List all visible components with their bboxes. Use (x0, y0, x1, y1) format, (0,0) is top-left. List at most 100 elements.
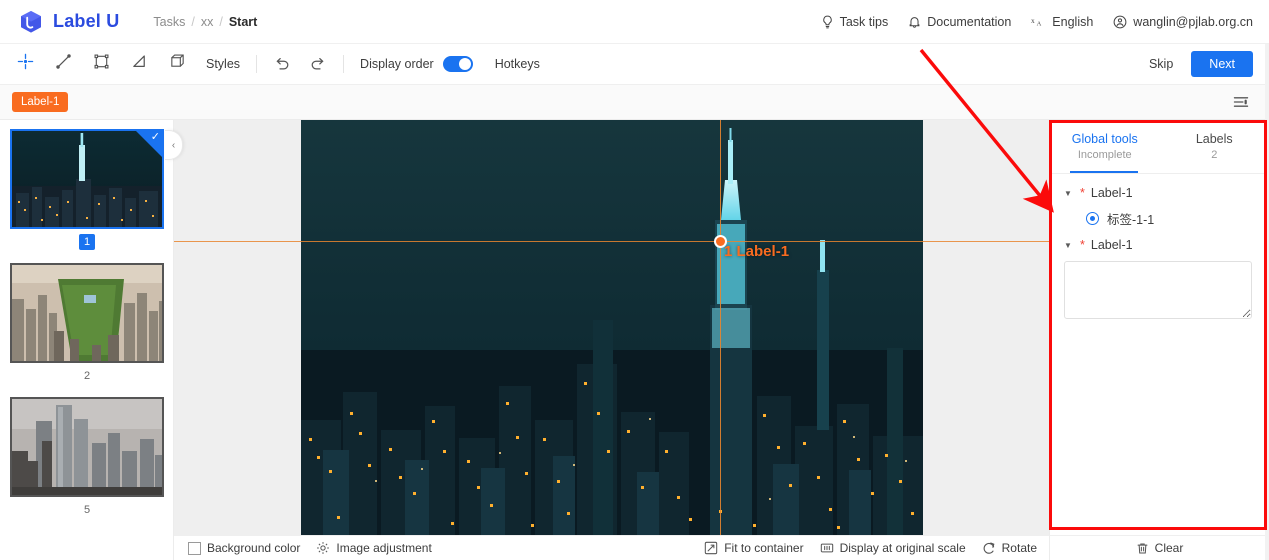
original-scale-label: Display at original scale (839, 541, 966, 555)
breadcrumb-item-start: Start (228, 14, 258, 29)
skip-button[interactable]: Skip (1149, 57, 1173, 71)
svg-text:A: A (1037, 20, 1042, 27)
tab-labels-title: Labels (1195, 132, 1233, 146)
background-color-button[interactable]: Background color (188, 541, 300, 555)
required-marker: * (1080, 238, 1085, 252)
rect-icon (93, 53, 110, 75)
thumbnail-index-1: 1 (79, 234, 95, 250)
trash-icon (1136, 542, 1149, 555)
canvas-bottom-bar: Background color Image adjustment Fit to… (174, 535, 1049, 560)
caret-down-icon: ▼ (1064, 240, 1072, 250)
image-adjustment-label: Image adjustment (336, 541, 432, 555)
expand-icon (704, 541, 718, 555)
brand-name: Label U (53, 11, 120, 31)
chevron-left-icon: ‹ (171, 139, 176, 151)
required-marker: * (1080, 186, 1085, 200)
bell-icon (908, 15, 921, 29)
polygon-tool-button[interactable] (124, 50, 154, 78)
thumbnail-image-2[interactable] (10, 263, 164, 363)
panel-tabs: Global tools Incomplete Labels 2 (1050, 120, 1269, 174)
tab-global-tools[interactable]: Global tools Incomplete (1050, 120, 1160, 173)
breadcrumb: Tasks / xx / Start (153, 15, 257, 29)
next-button[interactable]: Next (1191, 51, 1253, 77)
toolbar-divider-1 (256, 55, 258, 73)
redo-icon[interactable] (309, 55, 327, 73)
thumb-art-2 (12, 265, 162, 361)
thumbnail-index-2: 2 (83, 370, 91, 382)
scale-icon (820, 541, 834, 555)
thumbnail-item[interactable]: 2 (0, 263, 173, 397)
tab-labels[interactable]: Labels 2 (1160, 120, 1269, 173)
documentation-button[interactable]: Documentation (908, 15, 1011, 29)
thumbnail-index-5: 5 (83, 504, 91, 516)
undo-icon[interactable] (273, 55, 291, 73)
attribute-group-label-1-a[interactable]: ▼ * Label-1 (1064, 186, 1257, 200)
crosshair-horizontal (174, 241, 1049, 242)
line-tool-button[interactable] (48, 50, 78, 78)
image-thumbnail-sidebar[interactable]: ✓ 1 2 5 (0, 120, 174, 560)
clear-button[interactable]: Clear (1049, 535, 1269, 560)
attribute-group-title: Label-1 (1090, 238, 1133, 252)
label-chip-label-1[interactable]: Label-1 (12, 92, 69, 112)
toolbar-divider-2 (343, 55, 345, 73)
thumb-art-5 (12, 399, 162, 495)
language-switcher[interactable]: x A English (1031, 15, 1093, 29)
label-selection-bar: Label-1 (0, 85, 1269, 120)
polygon-icon (131, 53, 148, 75)
radio-selected-icon[interactable] (1086, 212, 1099, 225)
attributes-panel: Global tools Incomplete Labels 2 ▼ * Lab… (1049, 120, 1269, 535)
original-scale-button[interactable]: Display at original scale (820, 541, 966, 555)
gear-icon (316, 541, 330, 555)
hotkeys-button[interactable]: Hotkeys (495, 57, 540, 71)
display-order-switch[interactable] (442, 56, 473, 72)
rotate-icon (982, 541, 996, 555)
attribute-textarea[interactable] (1064, 261, 1252, 319)
tab-global-tools-title: Global tools (1071, 132, 1138, 146)
swatch-icon (188, 541, 201, 555)
top-header-bar: Label U Tasks / xx / Start Task tips Doc… (0, 0, 1269, 44)
breadcrumb-item-tasks[interactable]: Tasks (153, 15, 185, 29)
point-annotation-label: 1 Label-1 (724, 243, 789, 260)
list-icon[interactable] (1233, 95, 1249, 109)
rotate-label: Rotate (1001, 541, 1037, 555)
annotation-order: 1 (724, 243, 733, 260)
language-label: English (1052, 14, 1094, 29)
fit-to-container-button[interactable]: Fit to container (704, 541, 804, 555)
user-circle-icon (1113, 15, 1127, 29)
line-icon (55, 53, 72, 75)
rotate-button[interactable]: Rotate (982, 541, 1037, 555)
attribute-group-label-1-b[interactable]: ▼ * Label-1 (1064, 238, 1257, 252)
point-tool-button[interactable] (10, 50, 40, 78)
background-color-label: Background color (207, 541, 301, 555)
bottom-right-actions: Fit to container Display at original sca… (704, 541, 1037, 555)
cuboid-tool-button[interactable] (162, 50, 192, 78)
panel-body: ▼ * Label-1 标签-1-1 ▼ * Label-1 (1050, 174, 1269, 324)
styles-button[interactable]: Styles (206, 57, 240, 71)
cuboid-icon (169, 53, 186, 75)
breadcrumb-item-xx[interactable]: xx (201, 15, 214, 29)
annotation-canvas[interactable]: 1 Label-1 (174, 120, 1049, 535)
display-order-toggle[interactable]: Display order (360, 56, 473, 72)
annotation-toolbar: Styles Display order Hotkeys Skip Next (0, 44, 1269, 85)
image-adjustment-button[interactable]: Image adjustment (316, 541, 432, 555)
canvas-image[interactable] (301, 120, 923, 535)
bottom-left-actions: Background color Image adjustment (188, 541, 432, 555)
thumbnail-item[interactable]: 5 (0, 397, 173, 531)
thumbnail-image-5[interactable] (10, 397, 164, 497)
toolbar-right-actions: Skip Next (1149, 51, 1253, 77)
page-scrollbar[interactable] (1265, 44, 1269, 560)
thumbnail-image-1[interactable]: ✓ (10, 129, 164, 229)
brand-logo[interactable]: Label U (18, 9, 119, 35)
tab-labels-count: 2 (1211, 149, 1218, 161)
attribute-option-row[interactable]: 标签-1-1 (1086, 209, 1257, 228)
undo-redo-group (273, 55, 327, 73)
header-actions: Task tips Documentation x A English wang… (821, 15, 1253, 29)
thumbnail-item[interactable]: ✓ 1 (0, 129, 173, 263)
rect-tool-button[interactable] (86, 50, 116, 78)
account-menu[interactable]: wanglin@pjlab.org.cn (1113, 15, 1253, 29)
label-u-logo-icon (18, 9, 44, 35)
task-tips-button[interactable]: Task tips (821, 15, 888, 29)
check-icon: ✓ (150, 131, 160, 143)
point-icon (17, 53, 34, 75)
fit-to-container-label: Fit to container (724, 541, 804, 555)
